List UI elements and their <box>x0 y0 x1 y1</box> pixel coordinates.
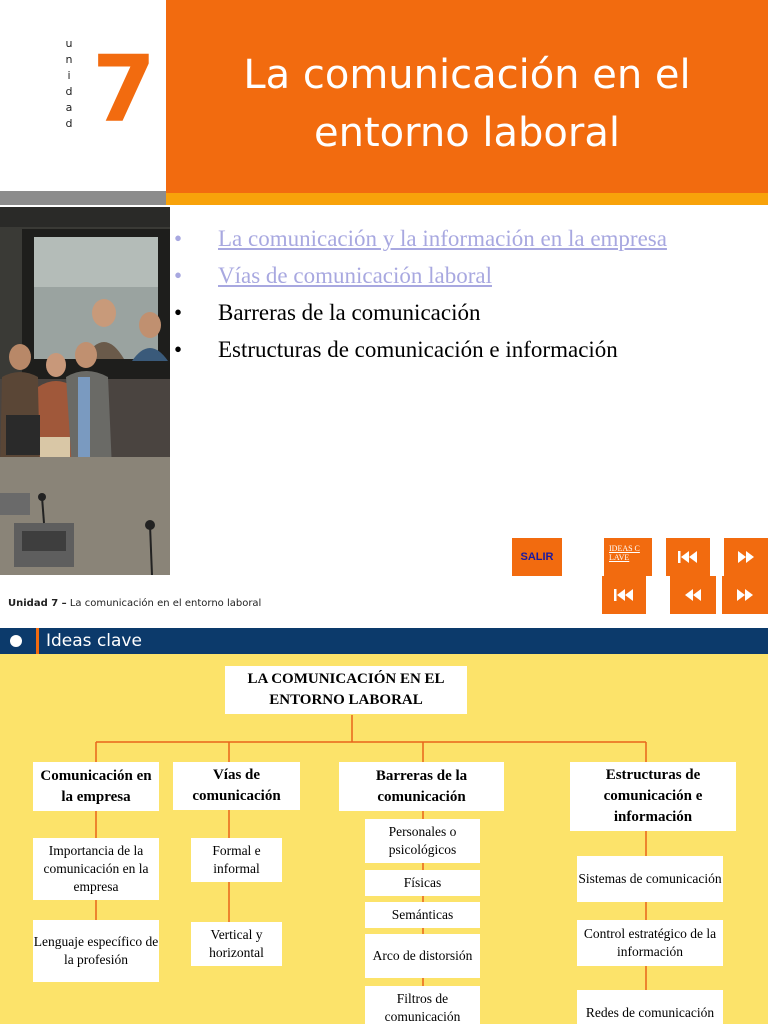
topic-text: Barreras de la comunicación <box>218 300 481 325</box>
fast-forward-icon <box>737 589 753 601</box>
ideas-clave-button[interactable]: IDEAS C LAVE <box>604 538 652 576</box>
topic-link-comunicacion-empresa[interactable]: • La comunicación y la información en la… <box>174 222 764 259</box>
topic-text: Vías de comunicación laboral <box>218 263 492 288</box>
first-slide-button-2[interactable] <box>602 576 646 614</box>
concept-category: Vías de comunicación <box>173 762 300 810</box>
topic-link-vias-comunicacion[interactable]: • Vías de comunicación laboral <box>174 259 764 296</box>
bullet: • <box>174 300 183 325</box>
concept-category: Comunicación en la empresa <box>33 762 159 811</box>
bullet: • <box>174 337 183 362</box>
concept-item: Lenguaje específico de la profesión <box>33 920 159 982</box>
slide-title: u n i d a d 7 La comunicación en el ento… <box>0 0 768 615</box>
concept-item: Sistemas de comunicación <box>577 856 723 902</box>
concept-category: Barreras de la comunicación <box>339 762 504 811</box>
unit-letter: a <box>65 101 73 114</box>
first-slide-button[interactable] <box>666 538 710 576</box>
slide-heading: La comunicación en el entorno laboral <box>166 0 768 193</box>
unit-letter: n <box>65 53 73 66</box>
fast-forward-icon <box>738 551 754 563</box>
concept-item: Redes de comunicación <box>577 990 723 1024</box>
concept-root: LA COMUNICACIÓN EN EL ENTORNO LABORAL <box>225 666 467 714</box>
fast-forward-button[interactable] <box>724 538 768 576</box>
meeting-photo <box>0 207 170 575</box>
concept-item: Importancia de la comunicación en la emp… <box>33 838 159 900</box>
footer-unit-label: Unidad 7 – <box>8 598 67 609</box>
unit-letter: d <box>65 117 73 130</box>
footer-text: La comunicación en el entorno laboral <box>69 598 262 609</box>
salir-button[interactable]: SALIR <box>512 538 562 576</box>
topic-list: • La comunicación y la información en la… <box>174 222 764 370</box>
unit-word: u n i d a d <box>64 36 74 132</box>
concept-item: Formal e informal <box>191 838 282 882</box>
unit-letter: i <box>67 69 71 82</box>
concept-item: Personales o psicológicos <box>365 819 480 863</box>
topic-estructuras: • Estructuras de comunicación e informac… <box>174 333 764 370</box>
topic-barreras: • Barreras de la comunicación <box>174 296 764 333</box>
unit-letter: d <box>65 85 73 98</box>
concept-item: Vertical y horizontal <box>191 922 282 966</box>
rewind-button[interactable] <box>670 576 716 614</box>
topic-text: Estructuras de comunicación e informació… <box>218 337 618 362</box>
concept-item: Físicas <box>365 870 480 896</box>
fast-forward-button-2[interactable] <box>722 576 768 614</box>
concept-item: Filtros de comunicación <box>365 986 480 1024</box>
skip-back-icon <box>614 589 633 601</box>
unit-number: 7 <box>92 36 157 143</box>
unit-letter: u <box>65 37 73 50</box>
decor-gray-bar <box>0 191 166 205</box>
concept-category: Estructuras de comunicación e informació… <box>570 762 736 831</box>
bullet: • <box>174 263 183 288</box>
concept-item: Arco de distorsión <box>365 934 480 978</box>
slide-ideas-clave: Ideas clave LA COMUNICACIÓN EN EL ENTORN… <box>0 628 768 1024</box>
bullet: • <box>174 226 183 251</box>
slide-footer: Unidad 7 – La comunicación en el entorno… <box>8 598 261 609</box>
concept-item: Semánticas <box>365 902 480 928</box>
topic-text: La comunicación y la información en la e… <box>218 226 667 251</box>
concept-item: Control estratégico de la información <box>577 920 723 966</box>
heading-underline <box>166 193 768 205</box>
rewind-icon <box>685 589 701 601</box>
skip-back-icon <box>678 551 697 563</box>
